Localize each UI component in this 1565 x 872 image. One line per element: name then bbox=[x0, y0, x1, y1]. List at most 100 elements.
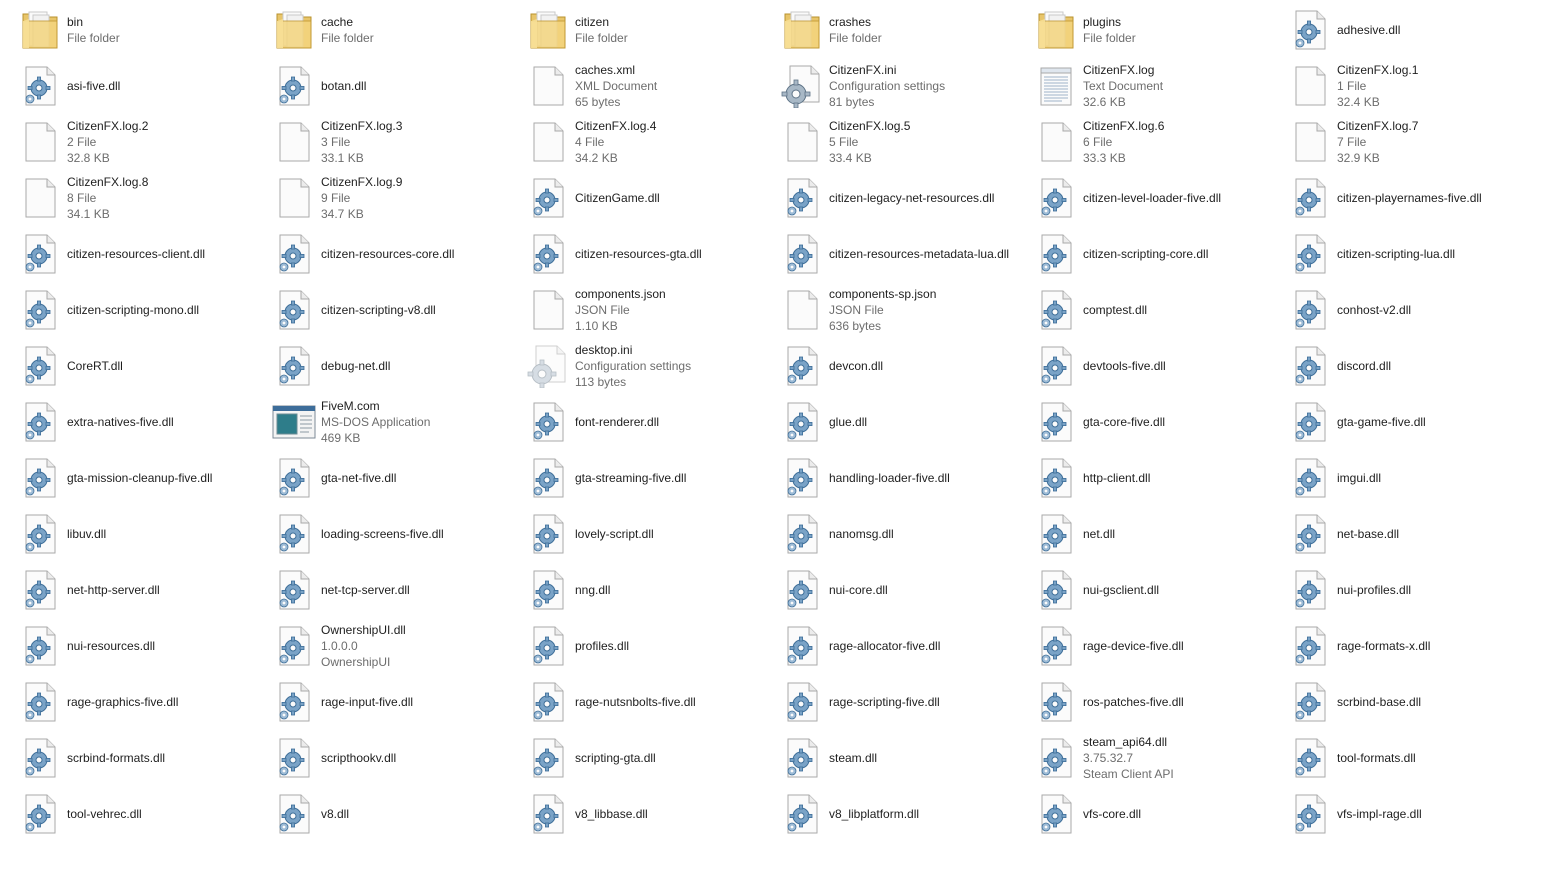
file-item-net-base-dll[interactable]: net-base.dll bbox=[1286, 506, 1540, 562]
file-item-vfs-core-dll[interactable]: vfs-core.dll bbox=[1032, 786, 1286, 842]
file-item-citizenfx-log-3[interactable]: CitizenFX.log.3 3 File 33.1 KB bbox=[270, 114, 524, 170]
file-item-extra-natives-five-dll[interactable]: extra-natives-five.dll bbox=[16, 394, 270, 450]
file-item-steam-api64-dll[interactable]: steam_api64.dll 3.75.32.7 Steam Client API bbox=[1032, 730, 1286, 786]
file-item-desktop-ini[interactable]: desktop.ini Configuration settings 113 byt… bbox=[524, 338, 778, 394]
file-item-devtools-five-dll[interactable]: devtools-five.dll bbox=[1032, 338, 1286, 394]
file-item-citizen-resources-core-dll[interactable]: citizen-resources-core.dll bbox=[270, 226, 524, 282]
file-item-profiles-dll[interactable]: profiles.dll bbox=[524, 618, 778, 674]
file-item-discord-dll[interactable]: discord.dll bbox=[1286, 338, 1540, 394]
file-item-rage-allocator-five-dll[interactable]: rage-allocator-five.dll bbox=[778, 618, 1032, 674]
file-item-citizenfx-ini[interactable]: CitizenFX.ini Configuration settings 81 by… bbox=[778, 58, 1032, 114]
file-item-steam-dll[interactable]: steam.dll bbox=[778, 730, 1032, 786]
file-item-nng-dll[interactable]: nng.dll bbox=[524, 562, 778, 618]
file-name: CitizenGame.dll bbox=[575, 191, 660, 205]
file-type: Text Document bbox=[1083, 79, 1164, 93]
file-item-tool-formats-dll[interactable]: tool-formats.dll bbox=[1286, 730, 1540, 786]
file-item-gta-streaming-five-dll[interactable]: gta-streaming-five.dll bbox=[524, 450, 778, 506]
file-item-plugins[interactable]: plugins File folder bbox=[1032, 2, 1286, 58]
file-item-net-http-server-dll[interactable]: net-http-server.dll bbox=[16, 562, 270, 618]
file-item-rage-graphics-five-dll[interactable]: rage-graphics-five.dll bbox=[16, 674, 270, 730]
file-item-libuv-dll[interactable]: libuv.dll bbox=[16, 506, 270, 562]
file-item-v8-libbase-dll[interactable]: v8_libbase.dll bbox=[524, 786, 778, 842]
file-item-components-json[interactable]: components.json JSON File 1.10 KB bbox=[524, 282, 778, 338]
file-item-gta-mission-cleanup-five-dll[interactable]: gta-mission-cleanup-five.dll bbox=[16, 450, 270, 506]
file-item-http-client-dll[interactable]: http-client.dll bbox=[1032, 450, 1286, 506]
file-item-citizen-resources-metadata-lua-dll[interactable]: citizen-resources-metadata-lua.dll bbox=[778, 226, 1032, 282]
file-item-citizengame-dll[interactable]: CitizenGame.dll bbox=[524, 170, 778, 226]
file-item-nui-core-dll[interactable]: nui-core.dll bbox=[778, 562, 1032, 618]
file-item-ownershipui-dll[interactable]: OwnershipUI.dll 1.0.0.0 OwnershipUI bbox=[270, 618, 524, 674]
file-item-fivem-com[interactable]: FiveM.com MS-DOS Application 469 KB bbox=[270, 394, 524, 450]
file-item-font-renderer-dll[interactable]: font-renderer.dll bbox=[524, 394, 778, 450]
file-item-glue-dll[interactable]: glue.dll bbox=[778, 394, 1032, 450]
file-item-rage-device-five-dll[interactable]: rage-device-five.dll bbox=[1032, 618, 1286, 674]
file-item-ros-patches-five-dll[interactable]: ros-patches-five.dll bbox=[1032, 674, 1286, 730]
file-item-rage-scripting-five-dll[interactable]: rage-scripting-five.dll bbox=[778, 674, 1032, 730]
file-item-nui-profiles-dll[interactable]: nui-profiles.dll bbox=[1286, 562, 1540, 618]
file-item-details: citizen-scripting-v8.dll bbox=[321, 302, 436, 318]
file-item-net-dll[interactable]: net.dll bbox=[1032, 506, 1286, 562]
file-item-adhesive-dll[interactable]: adhesive.dll bbox=[1286, 2, 1540, 58]
file-item-rage-input-five-dll[interactable]: rage-input-five.dll bbox=[270, 674, 524, 730]
file-item-botan-dll[interactable]: botan.dll bbox=[270, 58, 524, 114]
file-item-gta-game-five-dll[interactable]: gta-game-five.dll bbox=[1286, 394, 1540, 450]
file-item-lovely-script-dll[interactable]: lovely-script.dll bbox=[524, 506, 778, 562]
file-item-bin[interactable]: bin File folder bbox=[16, 2, 270, 58]
file-item-citizen-scripting-lua-dll[interactable]: citizen-scripting-lua.dll bbox=[1286, 226, 1540, 282]
file-item-citizen[interactable]: citizen File folder bbox=[524, 2, 778, 58]
file-item-citizenfx-log-9[interactable]: CitizenFX.log.9 9 File 34.7 KB bbox=[270, 170, 524, 226]
file-item-gta-net-five-dll[interactable]: gta-net-five.dll bbox=[270, 450, 524, 506]
file-item-debug-net-dll[interactable]: debug-net.dll bbox=[270, 338, 524, 394]
file-item-nui-gsclient-dll[interactable]: nui-gsclient.dll bbox=[1032, 562, 1286, 618]
file-item-citizen-playernames-five-dll[interactable]: citizen-playernames-five.dll bbox=[1286, 170, 1540, 226]
file-item-conhost-v2-dll[interactable]: conhost-v2.dll bbox=[1286, 282, 1540, 338]
file-item-caches-xml[interactable]: caches.xml XML Document 65 bytes bbox=[524, 58, 778, 114]
blank-file-icon bbox=[270, 118, 318, 166]
file-item-citizen-level-loader-five-dll[interactable]: citizen-level-loader-five.dll bbox=[1032, 170, 1286, 226]
file-item-citizenfx-log-5[interactable]: CitizenFX.log.5 5 File 33.4 KB bbox=[778, 114, 1032, 170]
file-item-nui-resources-dll[interactable]: nui-resources.dll bbox=[16, 618, 270, 674]
file-item-citizen-scripting-v8-dll[interactable]: citizen-scripting-v8.dll bbox=[270, 282, 524, 338]
file-item-asi-five-dll[interactable]: asi-five.dll bbox=[16, 58, 270, 114]
dll-icon bbox=[16, 230, 64, 278]
file-item-corert-dll[interactable]: CoreRT.dll bbox=[16, 338, 270, 394]
file-item-vfs-impl-rage-dll[interactable]: vfs-impl-rage.dll bbox=[1286, 786, 1540, 842]
file-item-tool-vehrec-dll[interactable]: tool-vehrec.dll bbox=[16, 786, 270, 842]
file-item-scrbind-base-dll[interactable]: scrbind-base.dll bbox=[1286, 674, 1540, 730]
file-item-citizen-resources-gta-dll[interactable]: citizen-resources-gta.dll bbox=[524, 226, 778, 282]
file-item-v8-dll[interactable]: v8.dll bbox=[270, 786, 524, 842]
file-item-citizen-legacy-net-resources-dll[interactable]: citizen-legacy-net-resources.dll bbox=[778, 170, 1032, 226]
file-item-cache[interactable]: cache File folder bbox=[270, 2, 524, 58]
file-item-citizenfx-log-8[interactable]: CitizenFX.log.8 8 File 34.1 KB bbox=[16, 170, 270, 226]
file-item-citizen-scripting-core-dll[interactable]: citizen-scripting-core.dll bbox=[1032, 226, 1286, 282]
file-item-details: rage-nutsnbolts-five.dll bbox=[575, 694, 696, 710]
file-item-scripting-gta-dll[interactable]: scripting-gta.dll bbox=[524, 730, 778, 786]
file-item-citizenfx-log[interactable]: CitizenFX.log Text Document 32.6 KB bbox=[1032, 58, 1286, 114]
file-item-citizen-scripting-mono-dll[interactable]: citizen-scripting-mono.dll bbox=[16, 282, 270, 338]
file-item-details: net-base.dll bbox=[1337, 526, 1399, 542]
file-item-loading-screens-five-dll[interactable]: loading-screens-five.dll bbox=[270, 506, 524, 562]
file-item-citizenfx-log-6[interactable]: CitizenFX.log.6 6 File 33.3 KB bbox=[1032, 114, 1286, 170]
file-item-components-sp-json[interactable]: components-sp.json JSON File 636 bytes bbox=[778, 282, 1032, 338]
file-item-handling-loader-five-dll[interactable]: handling-loader-five.dll bbox=[778, 450, 1032, 506]
file-item-v8-libplatform-dll[interactable]: v8_libplatform.dll bbox=[778, 786, 1032, 842]
file-item-crashes[interactable]: crashes File folder bbox=[778, 2, 1032, 58]
file-item-rage-formats-x-dll[interactable]: rage-formats-x.dll bbox=[1286, 618, 1540, 674]
file-item-nanomsg-dll[interactable]: nanomsg.dll bbox=[778, 506, 1032, 562]
file-item-citizenfx-log-4[interactable]: CitizenFX.log.4 4 File 34.2 KB bbox=[524, 114, 778, 170]
file-item-details: citizen-level-loader-five.dll bbox=[1083, 190, 1221, 206]
file-item-scrbind-formats-dll[interactable]: scrbind-formats.dll bbox=[16, 730, 270, 786]
file-item-citizenfx-log-7[interactable]: CitizenFX.log.7 7 File 32.9 KB bbox=[1286, 114, 1540, 170]
file-item-rage-nutsnbolts-five-dll[interactable]: rage-nutsnbolts-five.dll bbox=[524, 674, 778, 730]
file-item-details: cache File folder bbox=[321, 14, 374, 46]
file-item-imgui-dll[interactable]: imgui.dll bbox=[1286, 450, 1540, 506]
file-item-net-tcp-server-dll[interactable]: net-tcp-server.dll bbox=[270, 562, 524, 618]
file-item-citizenfx-log-2[interactable]: CitizenFX.log.2 2 File 32.8 KB bbox=[16, 114, 270, 170]
file-item-citizen-resources-client-dll[interactable]: citizen-resources-client.dll bbox=[16, 226, 270, 282]
file-item-devcon-dll[interactable]: devcon.dll bbox=[778, 338, 1032, 394]
file-item-gta-core-five-dll[interactable]: gta-core-five.dll bbox=[1032, 394, 1286, 450]
file-view-tiles: bin File folder cache File folder citizen F… bbox=[0, 0, 1565, 872]
file-item-comptest-dll[interactable]: comptest.dll bbox=[1032, 282, 1286, 338]
file-item-citizenfx-log-1[interactable]: CitizenFX.log.1 1 File 32.4 KB bbox=[1286, 58, 1540, 114]
file-item-scripthookv-dll[interactable]: scripthookv.dll bbox=[270, 730, 524, 786]
